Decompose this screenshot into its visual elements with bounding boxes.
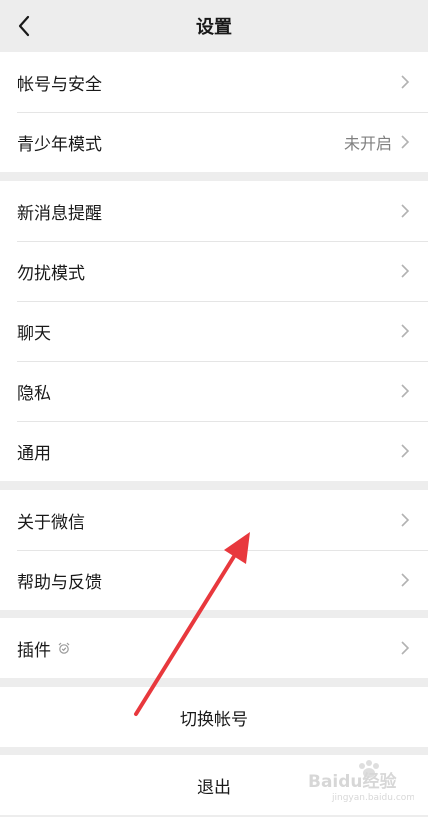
chevron-left-icon xyxy=(18,15,30,37)
settings-item-label: 新消息提醒 xyxy=(17,203,102,224)
settings-item-plugins[interactable]: 插件 xyxy=(0,618,428,678)
chevron-right-icon xyxy=(401,204,410,218)
settings-item-chat[interactable]: 聊天 xyxy=(0,301,428,361)
plugin-badge-icon xyxy=(58,642,70,654)
settings-group-about: 关于微信 帮助与反馈 xyxy=(0,490,428,610)
chevron-right-icon xyxy=(401,324,410,338)
settings-item-label: 聊天 xyxy=(17,323,51,344)
settings-item-account-security[interactable]: 帐号与安全 xyxy=(0,52,428,112)
chevron-right-icon xyxy=(401,384,410,398)
settings-item-help-feedback[interactable]: 帮助与反馈 xyxy=(0,550,428,610)
settings-item-label: 关于微信 xyxy=(17,512,85,533)
chevron-right-icon xyxy=(401,264,410,278)
settings-group-general: 新消息提醒 勿扰模式 聊天 隐私 通用 xyxy=(0,181,428,481)
settings-item-general[interactable]: 通用 xyxy=(0,421,428,481)
chevron-right-icon xyxy=(401,573,410,587)
settings-item-do-not-disturb[interactable]: 勿扰模式 xyxy=(0,241,428,301)
chevron-right-icon xyxy=(401,444,410,458)
chevron-right-icon xyxy=(401,75,410,89)
baidu-jingyan-watermark: Baidu经验 jingyan.baidu.com xyxy=(308,760,414,803)
navigation-bar: 设置 xyxy=(0,0,428,52)
settings-item-label: 隐私 xyxy=(17,383,51,404)
settings-item-label: 插件 xyxy=(17,640,51,661)
watermark-brand: Baidu经验 xyxy=(308,771,398,792)
settings-item-label: 帮助与反馈 xyxy=(17,572,102,593)
settings-item-teen-mode[interactable]: 青少年模式 未开启 xyxy=(0,112,428,172)
watermark-url: jingyan.baidu.com xyxy=(331,793,414,803)
chevron-right-icon xyxy=(401,641,410,655)
teen-mode-status: 未开启 xyxy=(343,134,392,153)
settings-item-about-wechat[interactable]: 关于微信 xyxy=(0,490,428,550)
switch-account-button[interactable]: 切换帐号 xyxy=(0,687,428,747)
settings-group-plugins: 插件 xyxy=(0,618,428,678)
chevron-right-icon xyxy=(401,135,410,149)
page-title: 设置 xyxy=(196,17,232,38)
chevron-right-icon xyxy=(401,513,410,527)
settings-item-label: 青少年模式 xyxy=(17,134,102,155)
settings-item-privacy[interactable]: 隐私 xyxy=(0,361,428,421)
settings-item-label: 勿扰模式 xyxy=(17,263,85,284)
settings-group-account: 帐号与安全 青少年模式 未开启 xyxy=(0,52,428,172)
settings-item-label: 通用 xyxy=(17,443,51,464)
settings-item-label: 帐号与安全 xyxy=(17,74,102,95)
settings-item-notifications[interactable]: 新消息提醒 xyxy=(0,181,428,241)
back-button[interactable] xyxy=(10,12,38,40)
